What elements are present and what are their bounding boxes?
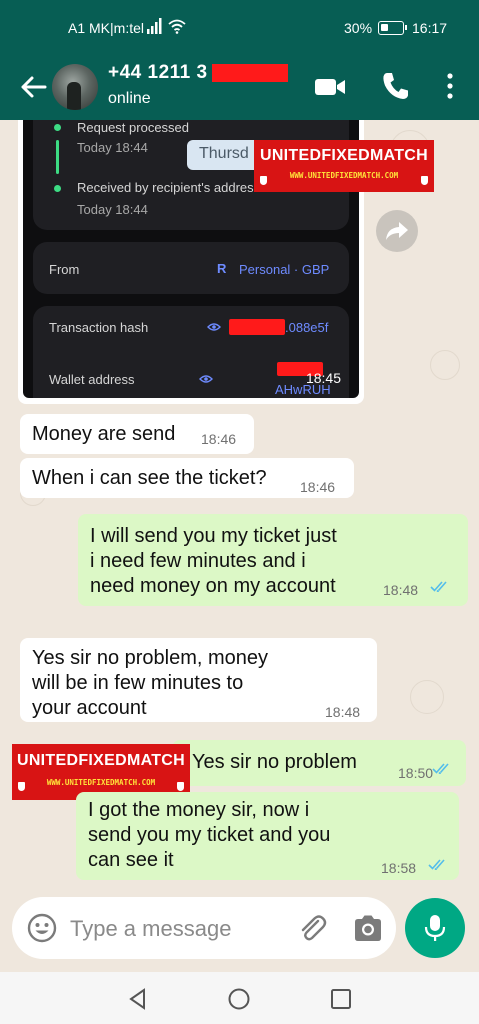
message-bubble-incoming[interactable]: Yes sir no problem, money will be in few… xyxy=(20,638,377,722)
back-triangle-icon[interactable] xyxy=(125,986,151,1012)
message-line: I will send you my ticket just xyxy=(90,525,337,547)
attach-icon[interactable] xyxy=(296,911,328,945)
video-call-icon[interactable] xyxy=(313,73,347,101)
message-line: I got the money sir, now i xyxy=(88,799,310,821)
redaction-mark xyxy=(229,319,285,335)
signal-icon xyxy=(147,18,162,34)
message-bubble-outgoing[interactable]: Yes sir no problem 18:50 xyxy=(172,740,466,786)
crest-icon xyxy=(18,782,25,791)
message-text: Money are send xyxy=(32,423,176,445)
message-line: your account xyxy=(32,697,147,719)
carrier-label: A1 MK|m:tel xyxy=(68,20,144,36)
emoji-icon[interactable] xyxy=(26,912,58,944)
crest-icon xyxy=(421,176,428,185)
read-ticks-icon xyxy=(432,763,449,774)
message-bubble-incoming[interactable]: When i can see the ticket? 18:46 xyxy=(20,458,354,498)
message-input[interactable] xyxy=(70,915,280,943)
eye-icon xyxy=(207,323,221,331)
crest-icon xyxy=(260,176,267,185)
watermark-logo: UNITEDFIXEDMATCH WWW.UNITEDFIXEDMATCH.CO… xyxy=(254,140,434,192)
contact-name[interactable]: +44 1211 3 xyxy=(108,62,208,84)
chat-area[interactable]: Request processed Today 18:44 Thursd Rec… xyxy=(0,120,479,890)
battery-percent: 30% xyxy=(344,20,373,36)
message-composer xyxy=(12,897,396,959)
eye-icon xyxy=(199,375,213,383)
status-time: 16:17 xyxy=(412,20,448,36)
watermark-url: WWW.UNITEDFIXEDMATCH.COM xyxy=(46,778,156,787)
wallpaper-doodle xyxy=(410,680,444,714)
message-time: 18:48 xyxy=(383,582,419,598)
step-time: Today 18:44 xyxy=(77,202,148,217)
forward-icon xyxy=(386,222,408,240)
step-line xyxy=(56,140,59,174)
from-value: Personal · GBP xyxy=(239,262,330,277)
message-bubble-outgoing[interactable]: I will send you my ticket just i need fe… xyxy=(78,514,468,606)
step-time: Today 18:44 xyxy=(77,140,148,155)
message-text: Yes sir no problem xyxy=(192,751,357,773)
phone-call-icon[interactable] xyxy=(380,70,410,102)
watermark-brand: UNITEDFIXEDMATCH xyxy=(259,147,429,164)
message-time: 18:50 xyxy=(398,765,434,781)
message-line: will be in few minutes to xyxy=(32,672,244,694)
mic-icon xyxy=(424,915,446,941)
message-time: 18:48 xyxy=(325,704,361,720)
tx-hash-value: .088e5f xyxy=(285,320,329,335)
battery-icon xyxy=(378,21,407,35)
redaction-mark xyxy=(212,64,288,82)
message-time: 18:46 xyxy=(300,479,336,495)
read-ticks-icon xyxy=(428,859,445,870)
tx-hash-label: Transaction hash xyxy=(49,320,149,335)
step-dot xyxy=(54,185,61,192)
read-ticks-icon xyxy=(430,581,447,592)
message-bubble-outgoing[interactable]: I got the money sir, now i send you my t… xyxy=(76,792,459,880)
more-vert-icon[interactable] xyxy=(440,70,460,102)
watermark-brand: UNITEDFIXEDMATCH xyxy=(16,752,186,769)
home-circle-icon[interactable] xyxy=(226,986,252,1012)
wallpaper-doodle xyxy=(430,350,460,380)
revolut-icon: R xyxy=(217,261,227,276)
recents-square-icon[interactable] xyxy=(328,986,354,1012)
avatar[interactable] xyxy=(52,64,98,110)
message-line: Yes sir no problem, money xyxy=(32,647,269,669)
message-line: i need few minutes and i xyxy=(90,550,306,572)
forward-button[interactable] xyxy=(376,210,418,252)
step-title: Received by recipient's address xyxy=(77,180,261,195)
wifi-icon xyxy=(168,19,186,34)
back-arrow-icon[interactable] xyxy=(16,70,50,104)
message-line: send you my ticket and you xyxy=(88,824,331,846)
camera-icon[interactable] xyxy=(352,913,384,943)
from-label: From xyxy=(49,262,80,277)
message-bubble-incoming[interactable]: Money are send 18:46 xyxy=(20,414,254,454)
crest-icon xyxy=(177,782,184,791)
watermark-url: WWW.UNITEDFIXEDMATCH.COM xyxy=(289,171,399,180)
status-bar: A1 MK|m:tel 30% 16:17 xyxy=(0,0,479,56)
step-dot xyxy=(54,124,61,131)
step-title: Request processed xyxy=(77,120,190,135)
mic-button[interactable] xyxy=(405,898,465,958)
chat-header: +44 1211 3 online xyxy=(0,56,479,120)
message-time: 18:46 xyxy=(201,431,237,447)
message-text: When i can see the ticket? xyxy=(32,467,267,489)
presence-status: online xyxy=(108,90,151,107)
wallet-label: Wallet address xyxy=(49,372,135,387)
system-nav-bar xyxy=(0,972,479,1024)
message-time: 18:58 xyxy=(381,860,417,876)
message-time: 18:45 xyxy=(305,370,341,386)
